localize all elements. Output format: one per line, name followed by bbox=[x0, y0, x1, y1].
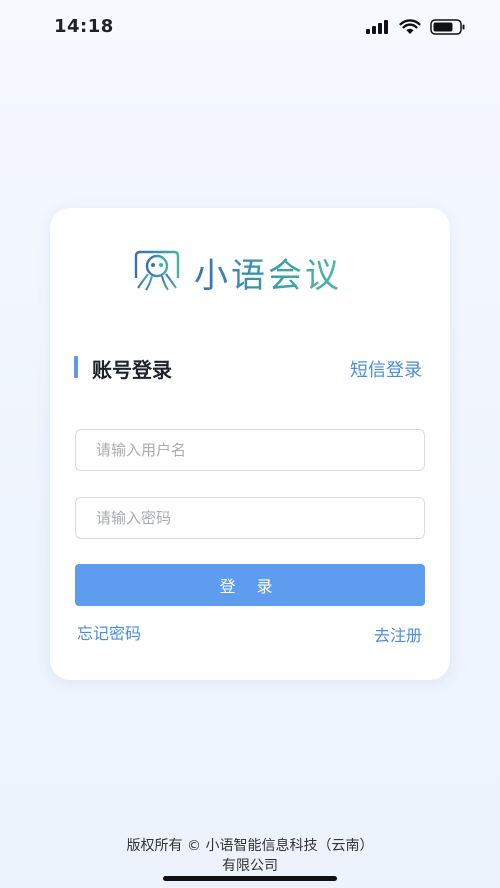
wifi-icon bbox=[399, 19, 421, 34]
battery-icon bbox=[430, 19, 465, 35]
section-indicator bbox=[74, 356, 78, 378]
cellular-signal-icon bbox=[366, 20, 390, 34]
password-input[interactable] bbox=[75, 497, 425, 539]
status-time: 14:18 bbox=[54, 16, 114, 37]
forgot-password-link[interactable]: 忘记密码 bbox=[77, 620, 141, 644]
account-login-title: 账号登录 bbox=[92, 358, 172, 382]
footer: 版权所有 © 小语智能信息科技（云南）有限公司 bbox=[0, 836, 500, 876]
sms-login-link[interactable]: 短信登录 bbox=[350, 356, 422, 382]
status-bar: 14:18 bbox=[0, 0, 500, 56]
home-indicator[interactable] bbox=[163, 876, 337, 881]
register-link[interactable]: 去注册 bbox=[374, 622, 422, 646]
app-name: 小语会议 bbox=[194, 248, 342, 297]
copyright-text: 版权所有 © 小语智能信息科技（云南）有限公司 bbox=[126, 838, 374, 874]
octopus-logo-icon bbox=[134, 250, 180, 291]
login-button[interactable]: 登 录 bbox=[75, 564, 425, 606]
login-card: 小语会议 账号登录 短信登录 登 录 忘记密码 去注册 bbox=[50, 208, 450, 680]
username-input[interactable] bbox=[75, 429, 425, 471]
app-logo: 小语会议 bbox=[130, 244, 380, 297]
